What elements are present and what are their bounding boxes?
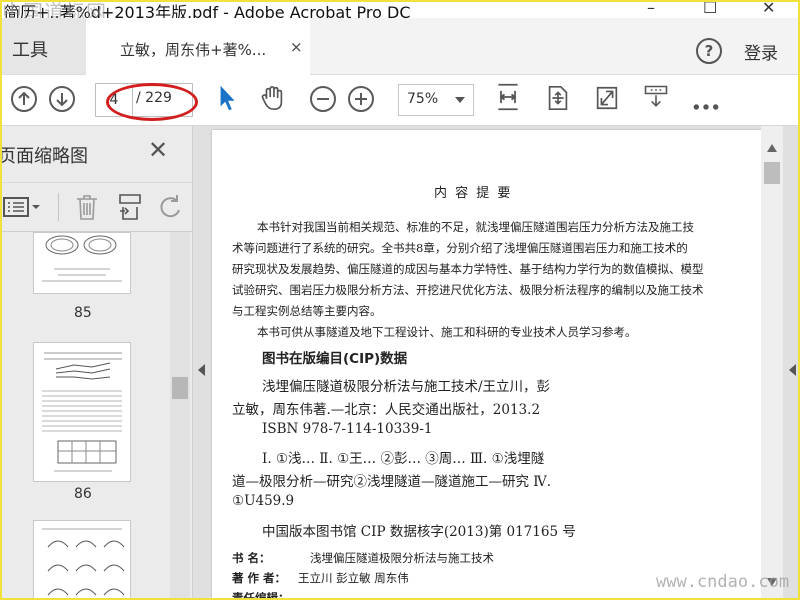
options-menu-icon[interactable]	[2, 195, 42, 219]
app-window: 简历+..著%d+2013年版.pdf - Adobe Acrobat Pro …	[0, 0, 800, 600]
book-name-label: 书 名：	[232, 551, 271, 565]
plus-icon	[355, 93, 367, 105]
arrow-up-icon	[18, 91, 30, 105]
red-highlight-ellipse	[106, 83, 198, 121]
help-icon[interactable]: ?	[696, 38, 722, 64]
panel-header: 页面缩略图 ✕	[2, 126, 192, 182]
panel-close-icon[interactable]: ✕	[148, 136, 168, 164]
abstract-line: 试验研究、围岩压力极限分析方法、开挖进尺优化方法、极限分析法程序的编制以及施工技…	[232, 283, 704, 297]
expand-right-panel-icon[interactable]	[788, 364, 796, 376]
thumbnail-label: 85	[74, 305, 92, 321]
cip-line: ISBN 978-7-114-10339-1	[262, 421, 433, 437]
panel-toolbar	[2, 182, 192, 232]
cip-line: ①U459.9	[232, 493, 295, 509]
cip-line: 立敏，周东伟著.—北京：人民交通出版社，2013.2	[232, 402, 541, 418]
scroll-up-icon[interactable]	[767, 144, 777, 152]
thumbnail-image	[42, 235, 122, 282]
extract-pages-icon[interactable]	[117, 193, 143, 221]
cip-line: 浅埋偏压隧道极限分析法与施工技术/王立川，彭	[262, 379, 551, 395]
zoom-select[interactable]: 75%	[398, 84, 474, 116]
minus-icon	[317, 98, 329, 100]
thumbnail-scrollbar[interactable]	[170, 232, 190, 598]
thumbnail-list: 85 86	[2, 232, 170, 598]
zoom-out-button[interactable]	[310, 86, 336, 112]
chevron-down-icon	[455, 97, 465, 103]
tab-document[interactable]: 立敏，周东伟+著%... ×	[86, 18, 310, 75]
hand-tool-icon[interactable]	[259, 84, 287, 112]
cip-line: Ⅰ. ①浅… Ⅱ. ①王… ②彭… ③周… Ⅲ. ①浅埋隧	[262, 451, 545, 467]
abstract-line: 研究现状及发展趋势、偏压隧道的成因与基本力学特性、基于结构力学行为的数值模拟、模…	[232, 262, 704, 276]
scrollbar-thumb[interactable]	[764, 162, 780, 184]
collapse-left-panel-icon[interactable]	[198, 364, 206, 376]
cip-heading: 图书在版编目(CIP)数据	[262, 351, 408, 367]
zoom-in-button[interactable]	[348, 86, 374, 112]
more-options-icon[interactable]	[692, 93, 720, 121]
rotate-icon[interactable]	[157, 193, 183, 221]
document-scrollbar[interactable]	[761, 126, 783, 598]
tab-tools-label: 工具	[12, 40, 48, 61]
abstract-line: 术等问题进行了系统的研究。全书共8章，分别介绍了浅埋偏压隧道围岩压力和施工技术的	[232, 241, 688, 255]
thumbnail-image	[42, 528, 125, 596]
tab-tools[interactable]: 工具	[2, 18, 86, 74]
tab-document-label: 立敏，周东伟+著%...	[120, 41, 267, 59]
minimize-button[interactable]: –	[647, 2, 655, 17]
fit-page-icon[interactable]	[544, 84, 572, 112]
close-window-button[interactable]: ✕	[762, 2, 775, 17]
thumbnail-page-85[interactable]	[33, 232, 131, 294]
abstract-line: 本书可供从事隧道及地下工程设计、施工和科研的专业技术人员学习参考。	[257, 325, 637, 339]
editor-label: 责任编辑：	[232, 591, 290, 600]
thumbnail-page-86[interactable]	[33, 342, 131, 482]
next-page-button[interactable]	[49, 86, 75, 112]
zoom-value: 75%	[407, 91, 439, 107]
tab-close-icon[interactable]: ×	[290, 38, 303, 56]
select-cursor-icon[interactable]	[215, 84, 243, 112]
thumbnail-image	[42, 352, 122, 472]
toolbar: 4 / 229 75%	[2, 75, 798, 126]
watermark-bottom: www.cndao.com	[656, 572, 790, 592]
scrollbar-thumb[interactable]	[172, 377, 188, 399]
title-bar: 简历+..著%d+2013年版.pdf - Adobe Acrobat Pro …	[2, 2, 798, 24]
fit-width-icon[interactable]	[494, 83, 522, 111]
panel-title: 页面缩略图	[0, 146, 88, 167]
author-label: 著 作 者：	[232, 571, 287, 585]
abstract-line: 本书针对我国当前相关规范、标准的不足，就浅埋偏压隧道围岩压力分析方法及施工技	[257, 220, 694, 234]
trash-icon[interactable]	[74, 193, 100, 221]
document-viewport: 内 容 提 要 本书针对我国当前相关规范、标准的不足，就浅埋偏压隧道围岩压力分析…	[193, 126, 798, 600]
maximize-button[interactable]: ☐	[703, 2, 717, 17]
abstract-line: 与工程实例总结等主要内容。	[232, 304, 382, 318]
section-heading: 内 容 提 要	[434, 186, 513, 201]
scroll-mode-icon[interactable]	[642, 83, 670, 111]
full-screen-icon[interactable]	[593, 84, 621, 112]
thumbnail-panel: 页面缩略图 ✕ 85 86	[2, 126, 193, 598]
previous-page-button[interactable]	[11, 86, 37, 112]
pdf-page: 内 容 提 要 本书针对我国当前相关规范、标准的不足，就浅埋偏压隧道围岩压力分析…	[212, 130, 764, 600]
book-name: 浅埋偏压隧道极限分析法与施工技术	[310, 551, 494, 565]
divider	[58, 193, 59, 221]
login-button[interactable]: 登录	[744, 39, 778, 64]
tab-bar: 工具 立敏，周东伟+著%... × ? 登录	[2, 18, 798, 75]
cip-line: 中国版本图书馆 CIP 数据核字(2013)第 017165 号	[262, 524, 576, 540]
thumbnail-label: 86	[74, 486, 92, 502]
arrow-down-icon	[56, 93, 68, 107]
thumbnail-page-87[interactable]	[33, 520, 131, 598]
cip-line: 道—极限分析—研究②浅埋隧道—隧道施工—研究 Ⅳ.	[232, 474, 552, 490]
authors: 王立川 彭立敏 周东伟	[298, 571, 409, 585]
